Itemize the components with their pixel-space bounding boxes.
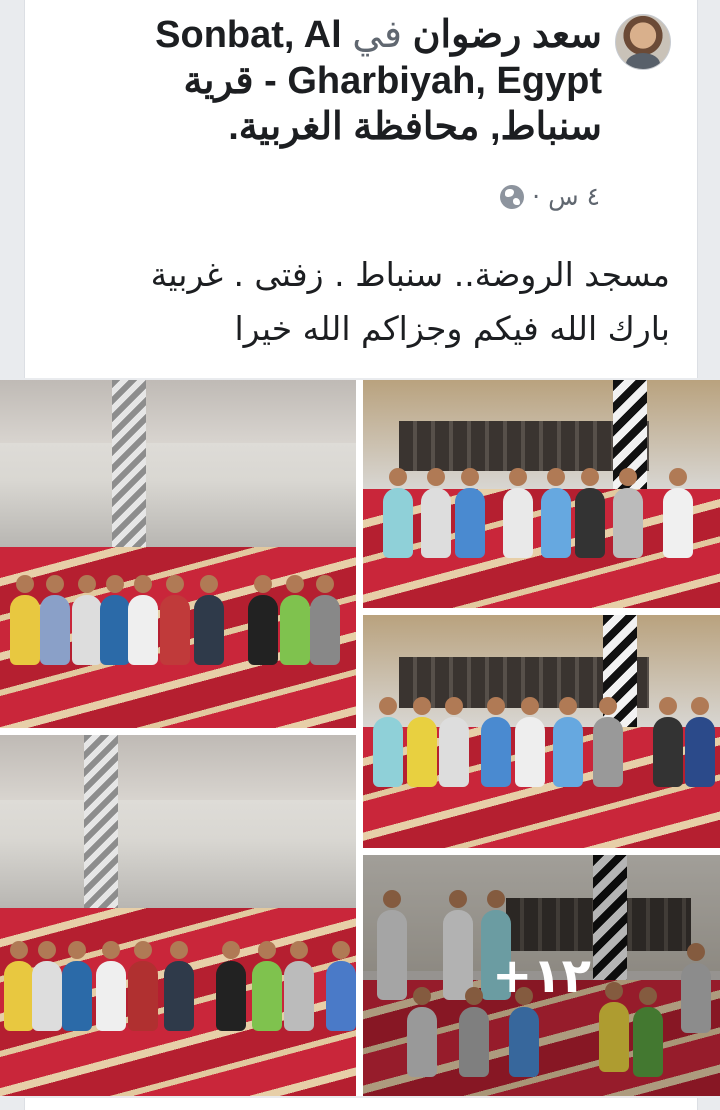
- more-photos-overlay[interactable]: +١٢: [363, 855, 720, 1096]
- gallery-photo-4[interactable]: [0, 735, 356, 1096]
- gallery-photo-2[interactable]: [363, 380, 720, 608]
- globe-icon[interactable]: [500, 184, 525, 209]
- photo-gallery: +١٢: [0, 380, 720, 1096]
- post-card-bottom: [24, 1098, 698, 1110]
- feed-page: سعد رضوان في Sonbat, Al Gharbiyah, Egypt…: [0, 0, 720, 1110]
- in-word: في: [352, 14, 403, 56]
- gallery-photo-5[interactable]: +١٢: [363, 855, 720, 1096]
- author-avatar[interactable]: [615, 14, 671, 70]
- location-part-1[interactable]: Sonbat, Al: [155, 14, 341, 56]
- more-photos-count: +١٢: [492, 947, 591, 1004]
- post-header: سعد رضوان في Sonbat, Al Gharbiyah, Egypt…: [122, 12, 602, 150]
- post-text-line-1: مسجد الروضة.. سنباط . زفتى . غربية: [150, 255, 670, 294]
- author-name[interactable]: سعد رضوان: [413, 14, 602, 56]
- post-text: مسجد الروضة.. سنباط . زفتى . غربية بارك …: [50, 248, 670, 356]
- post-meta: ٤ س ·: [500, 182, 600, 211]
- gallery-photo-3[interactable]: [363, 615, 720, 848]
- post-time[interactable]: ٤ س: [548, 182, 600, 211]
- gallery-photo-1[interactable]: [0, 380, 356, 728]
- meta-separator: ·: [532, 182, 541, 211]
- post-text-line-2: بارك الله فيكم وجزاكم الله خيرا: [234, 309, 670, 348]
- location-part-2[interactable]: Gharbiyah, Egypt - قرية: [122, 58, 602, 104]
- location-part-3[interactable]: سنباط, محافظة الغربية.: [122, 104, 602, 150]
